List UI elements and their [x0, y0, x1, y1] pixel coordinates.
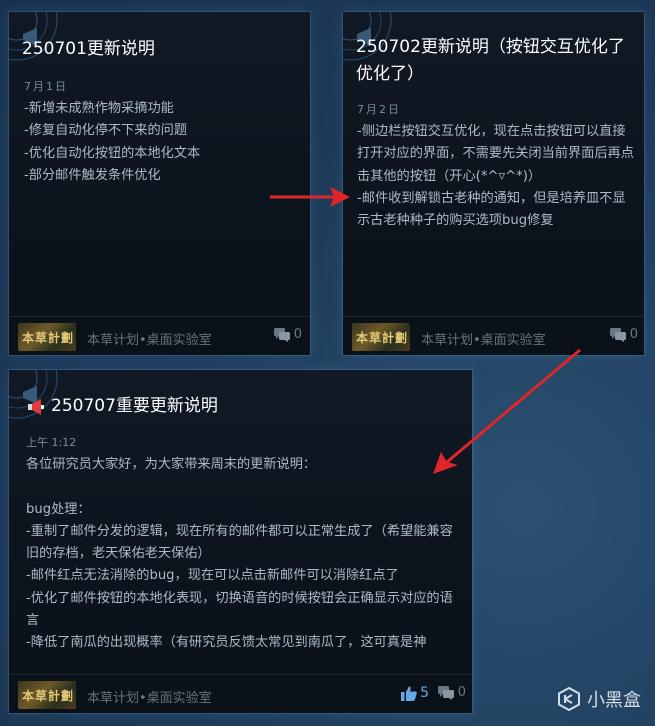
- game-logo[interactable]: 本草計劃: [18, 681, 76, 709]
- comment-count: 0: [629, 327, 638, 342]
- comment-counter[interactable]: 0: [273, 327, 302, 342]
- news-body: 各位研究员大家好，为大家带来周末的更新说明： bug处理： -重制了邮件分发的逻…: [26, 457, 453, 650]
- publisher-name[interactable]: 本草计划•桌面实验室: [87, 687, 212, 706]
- comment-counter[interactable]: 0: [609, 327, 638, 342]
- card-footer: 本草計劃 本草计划•桌面实验室 5 0: [9, 674, 472, 713]
- comment-counter[interactable]: 0: [437, 685, 466, 700]
- game-logo[interactable]: 本草計劃: [352, 323, 410, 351]
- news-title-row[interactable]: 250707重要更新说明: [27, 393, 457, 420]
- comment-icon: [437, 685, 454, 700]
- card-footer: 本草計劃 本草计划•桌面实验室 0: [343, 316, 644, 355]
- comment-count: 0: [457, 685, 466, 700]
- megaphone-emoji-icon: [28, 398, 44, 415]
- news-title[interactable]: 250702更新说明（按钮交互优化了优化了）: [356, 34, 641, 88]
- news-body: -侧边栏按钮交互优化，现在点击按钮可以直接打开对应的界面，不需要先关闭当前界面后…: [357, 124, 634, 229]
- news-date: 7月2日: [357, 103, 401, 116]
- heybox-logo-icon: [558, 687, 580, 711]
- thumbs-up-icon: [401, 686, 417, 701]
- news-card-250707[interactable]: 250707重要更新说明 上午 1:12 各位研究员大家好，为大家带来周末的更新…: [9, 370, 472, 713]
- news-date: 7月1日: [24, 80, 68, 93]
- publisher-name[interactable]: 本草计划•桌面实验室: [87, 329, 212, 348]
- news-title[interactable]: 250701更新说明: [22, 36, 302, 63]
- comment-icon: [273, 327, 290, 342]
- comment-icon: [609, 327, 626, 342]
- card-footer: 本草計劃 本草计划•桌面实验室 0: [9, 316, 310, 355]
- news-card-250702[interactable]: 250702更新说明（按钮交互优化了优化了） 7月2日 -侧边栏按钮交互优化，现…: [343, 12, 644, 355]
- heybox-watermark: 小黑盒: [557, 686, 641, 712]
- news-card-250701[interactable]: 250701更新说明 7月1日 -新增未成熟作物采摘功能 -修复自动化停不下来的…: [9, 12, 310, 355]
- news-body: -新增未成熟作物采摘功能 -修复自动化停不下来的问题 -优化自动化按钮的本地化文…: [24, 101, 201, 183]
- comment-count: 0: [293, 327, 302, 342]
- publisher-name[interactable]: 本草计划•桌面实验室: [421, 329, 546, 348]
- like-count: 5: [420, 685, 429, 701]
- news-title: 250707重要更新说明: [51, 396, 218, 416]
- news-date: 上午 1:12: [26, 436, 77, 449]
- like-counter[interactable]: 5: [401, 685, 429, 701]
- game-logo[interactable]: 本草計劃: [18, 323, 76, 351]
- watermark-text: 小黑盒: [587, 690, 641, 711]
